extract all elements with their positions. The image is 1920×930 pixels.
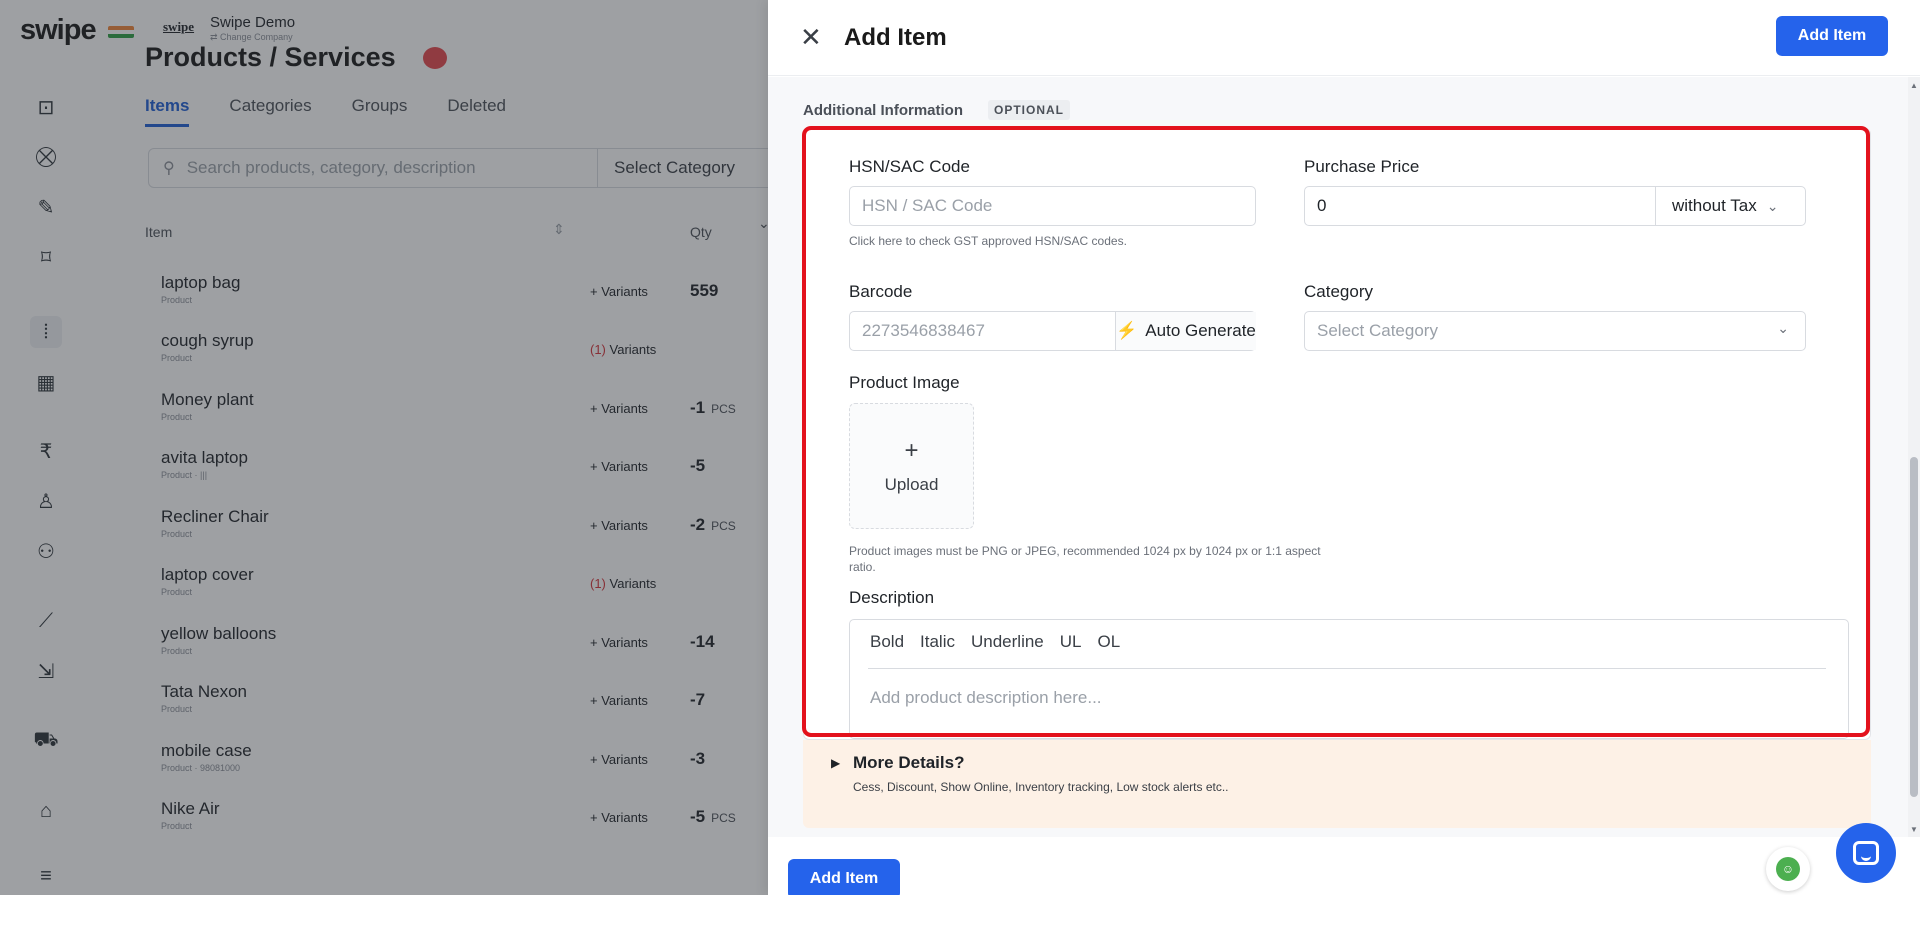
barcode-label: Barcode [849, 282, 913, 301]
more-details-subtitle: Cess, Discount, Show Online, Inventory t… [853, 780, 1229, 794]
upload-label: Upload [884, 475, 939, 494]
purchase-price-value: 0 [1317, 196, 1327, 215]
assistant-bot-icon[interactable]: ☺ [1766, 847, 1810, 891]
description-placeholder: Add product description here... [870, 688, 1102, 707]
auto-generate-button[interactable]: ⚡ Auto Generate [1115, 312, 1256, 350]
editor-toolbar: Bold Italic Underline UL OL [870, 632, 1120, 652]
optional-badge: OPTIONAL [988, 100, 1070, 120]
scroll-down-icon[interactable]: ▼ [1910, 825, 1918, 834]
drawer-scrollbar[interactable]: ▲ ▼ [1908, 77, 1920, 837]
caret-right-icon: ▶ [831, 756, 841, 770]
hsn-input[interactable]: HSN / SAC Code [849, 186, 1256, 226]
tax-type-label: without Tax [1672, 196, 1757, 215]
section-label: Additional Information [803, 102, 963, 119]
product-image-label: Product Image [849, 373, 960, 392]
chat-icon [1853, 841, 1879, 865]
barcode-placeholder: 2273546838467 [862, 321, 985, 340]
ordered-list-button[interactable]: OL [1098, 632, 1121, 652]
add-item-drawer: ✕ Add Item Add Item Additional Informati… [768, 0, 1920, 895]
hsn-hint-link[interactable]: Click here to check GST approved HSN/SAC… [849, 233, 1127, 249]
purchase-price-label: Purchase Price [1304, 157, 1420, 176]
tax-type-select[interactable]: without Tax ⌄ [1655, 187, 1805, 225]
drawer-body: Additional Information OPTIONAL HSN/SAC … [768, 77, 1908, 837]
purchase-price-input[interactable]: 0 without Tax ⌄ [1304, 186, 1806, 226]
scroll-up-icon[interactable]: ▲ [1910, 81, 1918, 90]
drawer-title: Add Item [844, 24, 947, 51]
italic-button[interactable]: Italic [920, 632, 955, 652]
magic-wand-icon: ⚡ [1116, 321, 1138, 340]
scroll-thumb[interactable] [1910, 457, 1918, 797]
robot-icon: ☺ [1776, 857, 1800, 881]
chevron-down-icon: ⌄ [1777, 320, 1789, 336]
chat-button[interactable] [1836, 823, 1896, 883]
modal-overlay[interactable] [0, 0, 768, 895]
drawer-header: ✕ Add Item Add Item [768, 0, 1920, 76]
category-select[interactable]: Select Category ⌄ [1304, 311, 1806, 351]
auto-generate-label: Auto Generate [1145, 321, 1256, 340]
hsn-placeholder: HSN / SAC Code [862, 196, 993, 215]
category-label: Category [1304, 282, 1373, 301]
toolbar-divider [868, 668, 1826, 669]
close-icon[interactable]: ✕ [800, 22, 822, 53]
chevron-down-icon: ⌄ [1766, 197, 1779, 214]
category-placeholder: Select Category [1317, 321, 1438, 340]
add-item-bottom-button[interactable]: Add Item [788, 859, 900, 895]
underline-button[interactable]: Underline [971, 632, 1044, 652]
more-details-title: More Details? [853, 753, 965, 772]
drawer-footer: Add Item [768, 837, 1920, 895]
bold-button[interactable]: Bold [870, 632, 904, 652]
image-hint: Product images must be PNG or JPEG, reco… [849, 544, 1321, 574]
description-label: Description [849, 588, 935, 607]
unordered-list-button[interactable]: UL [1060, 632, 1082, 652]
barcode-input[interactable]: 2273546838467 ⚡ Auto Generate [849, 311, 1256, 351]
image-upload-button[interactable]: + Upload [849, 403, 974, 529]
more-details-toggle[interactable]: ▶ More Details? Cess, Discount, Show Onl… [803, 740, 1871, 828]
hsn-label: HSN/SAC Code [849, 157, 970, 176]
plus-icon: + [904, 437, 919, 464]
description-editor[interactable]: Bold Italic Underline UL OL Add product … [849, 619, 1849, 739]
add-item-button[interactable]: Add Item [1776, 16, 1888, 56]
additional-info-card: HSN/SAC Code HSN / SAC Code Click here t… [803, 128, 1871, 740]
